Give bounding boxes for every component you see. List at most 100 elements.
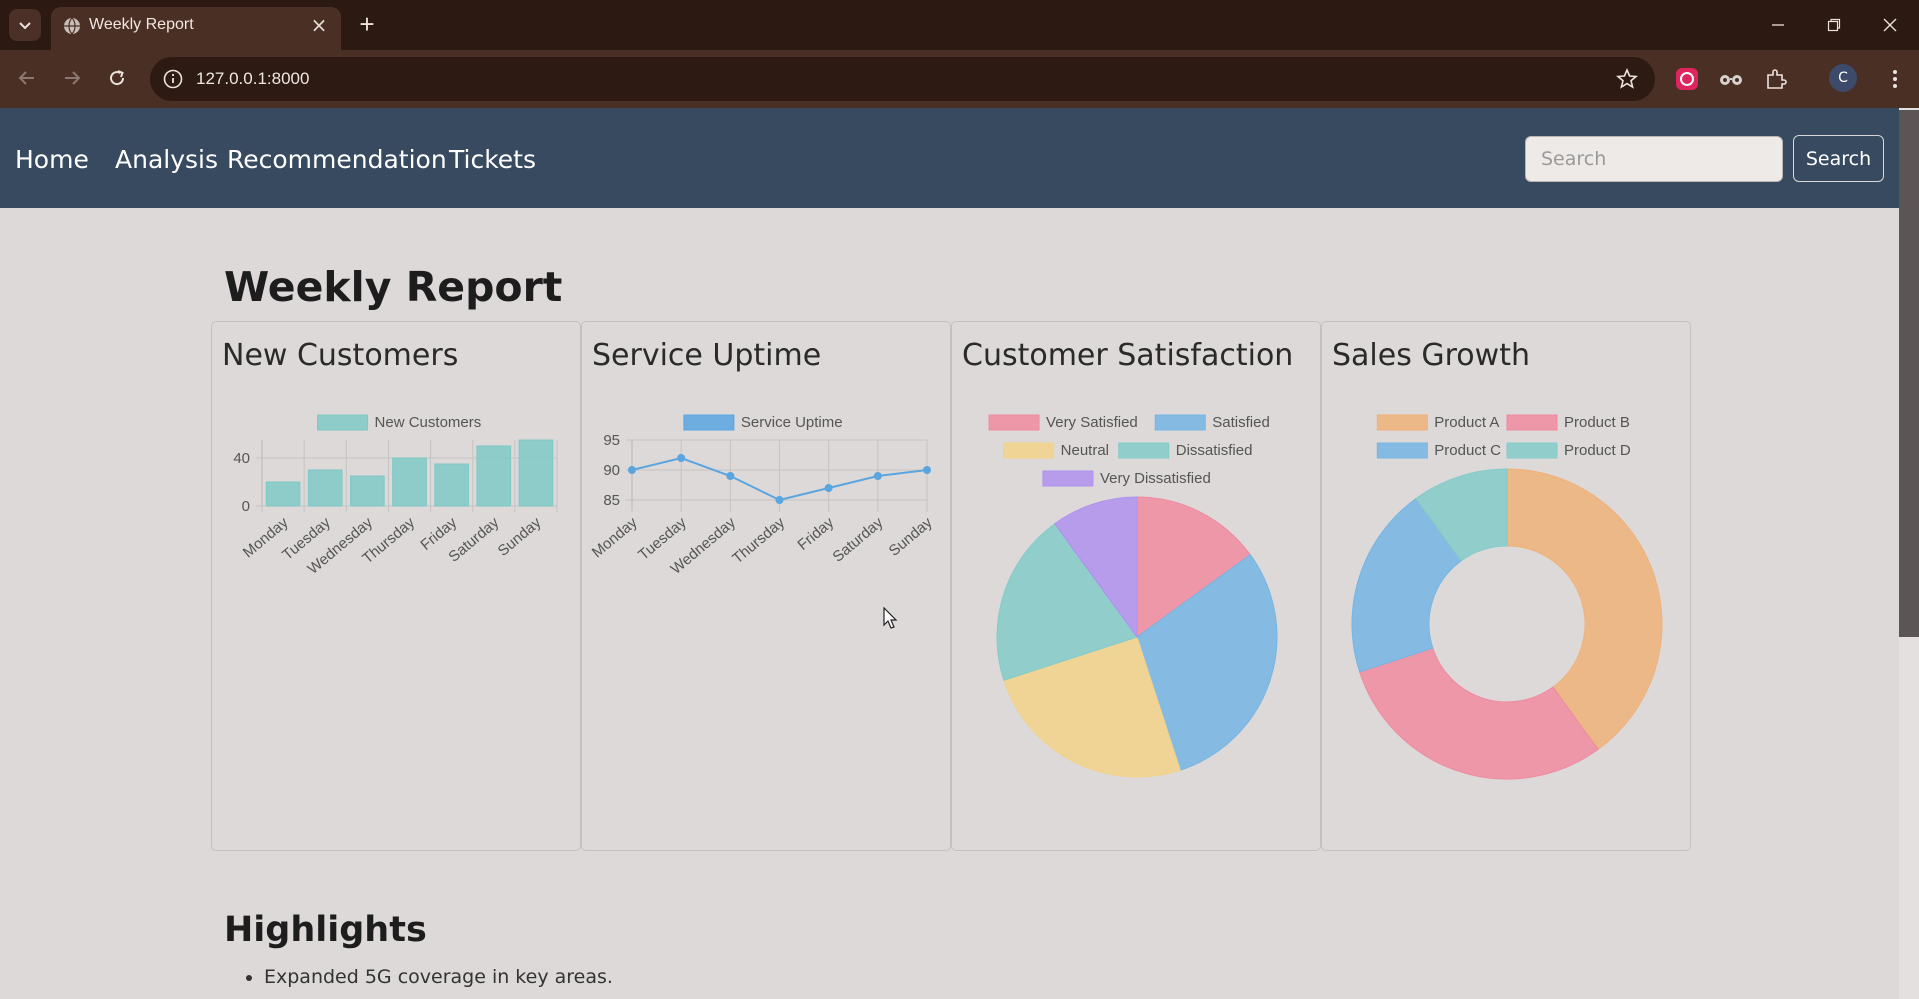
- arrow-left-icon: [18, 71, 34, 85]
- card-sales-growth: Sales Growth Product A Product B Product C…: [1321, 321, 1691, 851]
- nav-link-analysis[interactable]: Analysis: [115, 145, 218, 174]
- legend-swatch: [1506, 442, 1558, 459]
- legend-label: Product D: [1564, 442, 1631, 459]
- customer-satisfaction-pie-chart: Very Satisfied Satisfied Neutral Dissatisfi…: [988, 414, 1278, 778]
- legend-swatch: [1118, 442, 1170, 459]
- legend-swatch: [1376, 442, 1428, 459]
- more-vertical-icon: [1893, 70, 1897, 88]
- page-scrollbar-thumb[interactable]: [1899, 110, 1919, 637]
- minimize-icon: [1772, 24, 1784, 26]
- site-navbar: Home Analysis Recommendation Tickets Sea…: [0, 108, 1899, 208]
- extension-badge-icon: [1676, 68, 1698, 90]
- highlights-title: Highlights: [224, 910, 427, 950]
- chevron-down-icon: [19, 22, 31, 30]
- url-text: 127.0.0.1:8000: [196, 69, 310, 88]
- close-window-button[interactable]: [1862, 0, 1918, 50]
- y-tick-label: 95: [603, 432, 620, 449]
- back-button[interactable]: [10, 61, 44, 95]
- search-button[interactable]: Search: [1793, 135, 1884, 182]
- card-customer-satisfaction: Customer Satisfaction Very Satisfied Sati…: [951, 321, 1321, 851]
- bar: [265, 481, 301, 507]
- bookmark-star-icon[interactable]: [1615, 67, 1639, 91]
- x-tick-label: Saturday: [829, 514, 886, 566]
- browser-tab-bar: Weekly Report × +: [0, 0, 1919, 50]
- legend-label: Product C: [1434, 442, 1501, 459]
- mouse-cursor-icon: [883, 607, 898, 629]
- new-customers-bar-chart: New Customers040MondayTuesdayWednesdayTh…: [233, 414, 558, 578]
- forward-button[interactable]: [55, 61, 89, 95]
- bar: [518, 439, 554, 507]
- legend-label: Product B: [1564, 414, 1630, 431]
- legend-label: Very Dissatisfied: [1100, 470, 1211, 487]
- data-point: [873, 472, 882, 480]
- legend-swatch: [1506, 414, 1558, 431]
- highlights-list: Expanded 5G coverage in key areas.: [264, 966, 613, 988]
- legend-label: New Customers: [375, 414, 482, 431]
- nav-link-recommendation[interactable]: Recommendation: [227, 145, 447, 174]
- glasses-icon: [1720, 75, 1742, 85]
- x-tick-label: Thursday: [729, 514, 788, 568]
- x-tick-label: Sunday: [495, 514, 545, 560]
- y-tick-label: 40: [233, 450, 250, 467]
- legend-swatch: [1042, 470, 1094, 487]
- legend-swatch: [1376, 414, 1428, 431]
- address-bar[interactable]: 127.0.0.1:8000: [150, 57, 1655, 101]
- bar: [392, 457, 427, 507]
- puzzle-icon: [1767, 69, 1787, 89]
- sales-growth-doughnut-chart: Product A Product B Product C Product D: [1351, 414, 1663, 780]
- profile-avatar[interactable]: C: [1829, 64, 1857, 92]
- pie-slice: [1358, 647, 1599, 780]
- tab-title: Weekly Report: [89, 16, 194, 33]
- nav-link-tickets[interactable]: Tickets: [449, 145, 536, 174]
- legend-label: Product A: [1434, 414, 1499, 431]
- data-point: [775, 496, 784, 504]
- legend-swatch: [317, 414, 369, 431]
- bar: [476, 445, 512, 507]
- data-point: [628, 466, 636, 474]
- page-title: Weekly Report: [224, 263, 563, 311]
- browser-menu-button[interactable]: [1880, 64, 1910, 94]
- legend-swatch: [1003, 442, 1055, 459]
- card-new-customers: New Customers New Customers 0 40 Monday Tues…: [211, 321, 581, 851]
- search-input[interactable]: [1525, 136, 1783, 182]
- extension-red-icon[interactable]: [1672, 64, 1702, 94]
- data-point: [923, 466, 931, 474]
- legend-label: Satisfied: [1212, 414, 1270, 431]
- data-point: [677, 454, 686, 462]
- nav-link-home[interactable]: Home: [15, 145, 89, 174]
- legend-label: Neutral: [1061, 442, 1109, 459]
- restore-button[interactable]: [1806, 0, 1862, 50]
- y-tick-label: 0: [242, 498, 250, 515]
- legend-label: Dissatisfied: [1176, 442, 1253, 459]
- service-uptime-line-chart: Service Uptime859095MondayTuesdayWednesd…: [589, 414, 936, 578]
- reload-icon: [110, 70, 125, 86]
- tab-search-button[interactable]: [9, 9, 41, 41]
- x-tick-label: Sunday: [886, 514, 936, 560]
- card-service-uptime: Service Uptime Service Uptime 85 90 95 Monda…: [581, 321, 951, 851]
- legend-label: Very Satisfied: [1046, 414, 1138, 431]
- reload-button[interactable]: [100, 61, 134, 95]
- browser-tab[interactable]: Weekly Report ×: [51, 7, 341, 50]
- extensions-button[interactable]: [1761, 64, 1791, 94]
- legend-swatch: [1154, 414, 1206, 431]
- legend-swatch: [683, 414, 735, 431]
- close-tab-icon[interactable]: ×: [307, 13, 331, 37]
- y-tick-label: 90: [603, 462, 620, 479]
- highlight-item: Expanded 5G coverage in key areas.: [264, 966, 613, 988]
- site-info-icon[interactable]: [162, 68, 184, 90]
- x-tick-label: Friday: [794, 514, 837, 554]
- bar: [350, 475, 385, 507]
- y-tick-label: 85: [603, 492, 620, 509]
- data-point: [726, 472, 735, 480]
- arrow-right-icon: [65, 71, 81, 85]
- bar: [434, 463, 470, 507]
- restore-icon: [1827, 18, 1841, 32]
- legend-label: Service Uptime: [741, 414, 843, 431]
- data-point: [824, 484, 833, 492]
- new-tab-button[interactable]: +: [352, 9, 382, 39]
- extension-glasses-icon[interactable]: [1716, 64, 1746, 94]
- bar: [307, 469, 343, 507]
- browser-toolbar: 127.0.0.1:8000 C: [0, 50, 1919, 108]
- legend-swatch: [988, 414, 1040, 431]
- minimize-button[interactable]: [1750, 0, 1806, 50]
